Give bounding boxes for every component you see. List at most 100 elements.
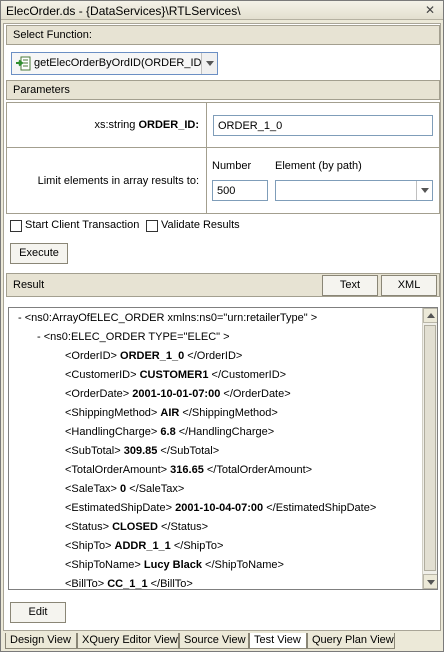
edit-button[interactable]: Edit bbox=[10, 602, 66, 623]
xml-close-tag: </EstimatedShipDate> bbox=[263, 502, 377, 514]
order-id-name: ORDER_ID: bbox=[138, 119, 199, 131]
xml-view-button[interactable]: XML bbox=[381, 275, 437, 296]
xml-close-tag: </OrderID> bbox=[184, 350, 243, 362]
scroll-up-button[interactable] bbox=[423, 308, 437, 323]
element-path-label: Element (by path) bbox=[275, 160, 362, 172]
xml-close-tag: </ShipToName> bbox=[201, 559, 284, 571]
xml-line: <OrderDate> 2001-10-01-07:00 </OrderDate… bbox=[65, 388, 291, 400]
xml-line: <SaleTax> 0 </SaleTax> bbox=[65, 483, 184, 495]
function-select[interactable]: getElecOrderByOrdID(ORDER_ID) bbox=[11, 52, 218, 75]
xml-open-tag: <BillTo> bbox=[65, 578, 108, 590]
tab-xquery-editor-view[interactable]: XQuery Editor View bbox=[77, 633, 179, 649]
xml-line: <ShipTo> ADDR_1_1 </ShipTo> bbox=[65, 540, 223, 552]
xml-line: <HandlingCharge> 6.8 </HandlingCharge> bbox=[65, 426, 274, 438]
title-bar: ElecOrder.ds - {DataServices}\RTLService… bbox=[1, 1, 443, 20]
order-id-label: xs:string ORDER_ID: bbox=[94, 119, 199, 131]
parameters-label: Parameters bbox=[13, 84, 70, 96]
xml-value: AIR bbox=[160, 407, 180, 419]
xml-line: - <ns0:ELEC_ORDER TYPE="ELEC" > bbox=[37, 331, 230, 343]
xml-value: 2001-10-01-07:00 bbox=[132, 388, 221, 400]
result-label: Result bbox=[13, 279, 45, 291]
xml-open-tag: <ShipToName> bbox=[65, 559, 144, 571]
tab-source-view[interactable]: Source View bbox=[179, 633, 249, 649]
xml-open-tag: <Status> bbox=[65, 521, 113, 533]
arrow-down-icon bbox=[427, 580, 435, 585]
chevron-down-icon bbox=[421, 188, 429, 193]
xml-open-tag: <TotalOrderAmount> bbox=[65, 464, 171, 476]
xml-open-tag: <SubTotal> bbox=[65, 445, 124, 457]
tab-design-view[interactable]: Design View bbox=[5, 633, 77, 649]
xml-close-tag: </HandlingCharge> bbox=[175, 426, 275, 438]
xml-value: CLOSED bbox=[112, 521, 158, 533]
xml-value: 316.65 bbox=[170, 464, 204, 476]
tab-query-plan-view[interactable]: Query Plan View bbox=[307, 633, 395, 649]
xml-value: 309.85 bbox=[123, 445, 158, 457]
xml-open-tag: <ShipTo> bbox=[65, 540, 115, 552]
xml-line: <ShipToName> Lucy Black </ShipToName> bbox=[65, 559, 284, 571]
view-tabs: Design View XQuery Editor View Source Vi… bbox=[5, 633, 441, 649]
xml-open-tag: <OrderDate> bbox=[65, 388, 133, 400]
parameters-table: xs:string ORDER_ID: ORDER_1_0 Limit elem… bbox=[6, 102, 440, 214]
tab-test-view[interactable]: Test View bbox=[249, 633, 307, 649]
xml-close-tag: </SaleTax> bbox=[126, 483, 185, 495]
scroll-thumb[interactable] bbox=[424, 325, 436, 571]
chevron-down-icon bbox=[206, 61, 214, 66]
element-path-select[interactable] bbox=[275, 180, 433, 201]
parameters-header: Parameters bbox=[6, 80, 440, 100]
xml-open-tag: <EstimatedShipDate> bbox=[65, 502, 176, 514]
limit-row: Limit elements in array results to: Numb… bbox=[7, 148, 439, 213]
scroll-down-button[interactable] bbox=[423, 574, 437, 589]
arrow-up-icon bbox=[427, 313, 435, 318]
text-view-button[interactable]: Text bbox=[322, 275, 378, 296]
result-header: Result Text XML bbox=[6, 273, 440, 297]
xml-value: 6.8 bbox=[160, 426, 176, 438]
xml-line: <EstimatedShipDate> 2001-10-04-07:00 </E… bbox=[65, 502, 376, 514]
function-dropdown-button[interactable] bbox=[201, 53, 217, 74]
window-title: ElecOrder.ds - {DataServices}\RTLService… bbox=[6, 4, 241, 18]
execute-button[interactable]: Execute bbox=[10, 243, 68, 264]
window: ElecOrder.ds - {DataServices}\RTLService… bbox=[0, 0, 444, 652]
validate-results-checkbox[interactable] bbox=[146, 220, 158, 232]
select-function-label: Select Function: bbox=[13, 29, 92, 41]
number-input[interactable]: 500 bbox=[212, 180, 268, 201]
xml-line: <TotalOrderAmount> 316.65 </TotalOrderAm… bbox=[65, 464, 312, 476]
select-function-header: Select Function: bbox=[6, 25, 440, 45]
xml-open-tag: <ns0:ELEC_ORDER TYPE="ELEC" > bbox=[43, 331, 230, 343]
xml-close-tag: </TotalOrderAmount> bbox=[203, 464, 313, 476]
xml-close-tag: </Status> bbox=[157, 521, 209, 533]
start-client-transaction-label: Start Client Transaction bbox=[25, 219, 140, 231]
result-xml-tree[interactable]: - <ns0:ArrayOfELEC_ORDER xmlns:ns0="urn:… bbox=[8, 307, 438, 590]
xml-open-tag: <ns0:ArrayOfELEC_ORDER xmlns:ns0="urn:re… bbox=[24, 312, 318, 324]
xml-value: ADDR_1_1 bbox=[114, 540, 171, 552]
xml-line: <OrderID> ORDER_1_0 </OrderID> bbox=[65, 350, 242, 362]
validate-results-label: Validate Results bbox=[161, 219, 240, 231]
collapse-toggle[interactable]: - bbox=[37, 331, 44, 343]
xml-value: CUSTOMER1 bbox=[139, 369, 209, 381]
order-id-row: xs:string ORDER_ID: ORDER_1_0 bbox=[7, 103, 439, 148]
function-icon bbox=[16, 56, 31, 71]
function-select-value: getElecOrderByOrdID(ORDER_ID) bbox=[34, 57, 206, 69]
test-view-panel: Select Function: getElecOrderByOrdID(ORD… bbox=[3, 23, 441, 631]
xml-line: <BillTo> CC_1_1 </BillTo> bbox=[65, 578, 193, 590]
xml-open-tag: <HandlingCharge> bbox=[65, 426, 161, 438]
xml-open-tag: <SaleTax> bbox=[65, 483, 121, 495]
close-icon[interactable]: ✕ bbox=[422, 2, 438, 18]
xml-close-tag: </CustomerID> bbox=[208, 369, 287, 381]
xml-line: <Status> CLOSED </Status> bbox=[65, 521, 208, 533]
start-client-transaction-checkbox[interactable] bbox=[10, 220, 22, 232]
xml-line: <SubTotal> 309.85 </SubTotal> bbox=[65, 445, 219, 457]
order-id-input[interactable]: ORDER_1_0 bbox=[213, 115, 433, 136]
collapse-toggle[interactable]: - bbox=[18, 312, 25, 324]
xml-open-tag: <ShippingMethod> bbox=[65, 407, 161, 419]
vertical-scrollbar[interactable] bbox=[422, 308, 437, 589]
xml-close-tag: </ShippingMethod> bbox=[179, 407, 278, 419]
element-path-dropdown-button[interactable] bbox=[416, 181, 432, 200]
xml-close-tag: </ShipTo> bbox=[170, 540, 224, 552]
number-label: Number bbox=[212, 160, 252, 172]
xml-close-tag: </BillTo> bbox=[147, 578, 193, 590]
xml-value: CC_1_1 bbox=[107, 578, 148, 590]
xml-line: - <ns0:ArrayOfELEC_ORDER xmlns:ns0="urn:… bbox=[18, 312, 317, 324]
xml-line: <ShippingMethod> AIR </ShippingMethod> bbox=[65, 407, 278, 419]
xml-line: <CustomerID> CUSTOMER1 </CustomerID> bbox=[65, 369, 286, 381]
xml-open-tag: <OrderID> bbox=[65, 350, 121, 362]
